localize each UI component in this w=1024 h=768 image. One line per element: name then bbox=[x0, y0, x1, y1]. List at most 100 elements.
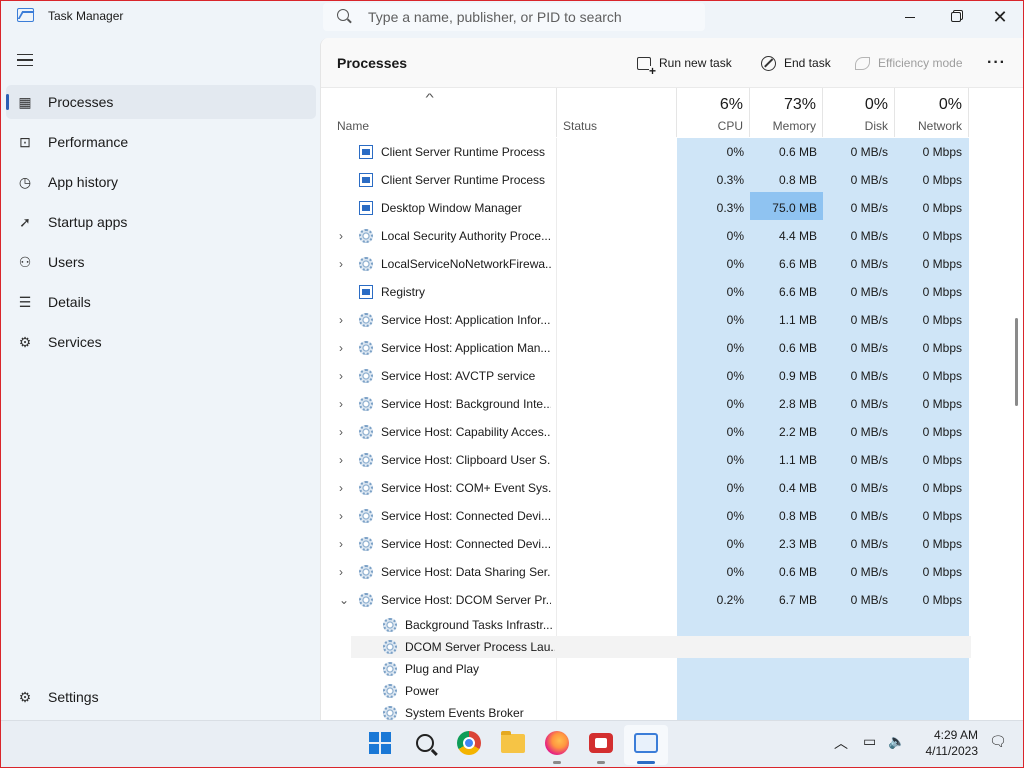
notification-icon[interactable]: 🗨 bbox=[989, 733, 1007, 750]
sidebar-item-app-history[interactable]: ◷ App history bbox=[6, 165, 316, 199]
maximize-button[interactable] bbox=[933, 2, 979, 32]
process-row[interactable]: Client Server Runtime Process 0% 0.6 MB 0 M… bbox=[321, 138, 971, 166]
process-row[interactable]: › Service Host: Data Sharing Ser... 0% 0.6 … bbox=[321, 558, 971, 586]
column-header-name[interactable]: ^ Name bbox=[321, 88, 557, 137]
column-header-network[interactable]: 0% Network bbox=[895, 88, 969, 137]
process-name: Service Host: Application Man... bbox=[381, 341, 551, 355]
taskbar-search-button[interactable] bbox=[411, 729, 439, 757]
sidebar: ▦ Processes ⊡ Performance ◷ App history … bbox=[1, 40, 319, 720]
sidebar-item-processes[interactable]: ▦ Processes bbox=[6, 85, 316, 119]
chevron-right-icon[interactable]: › bbox=[339, 306, 343, 334]
process-row[interactable]: Client Server Runtime Process 0.3% 0.8 MB 0… bbox=[321, 166, 971, 194]
chevron-right-icon[interactable]: › bbox=[339, 418, 343, 446]
process-row[interactable]: › Service Host: Application Man... 0% 0.6 M… bbox=[321, 334, 971, 362]
hamburger-menu-icon[interactable] bbox=[17, 54, 33, 66]
service-gear-icon bbox=[359, 369, 373, 383]
cpu-value: 0% bbox=[726, 229, 744, 243]
close-button[interactable]: ✕ bbox=[977, 2, 1023, 32]
process-row[interactable]: › Local Security Authority Proce... 0% 4.4 … bbox=[321, 222, 971, 250]
services-icon: ⚙ bbox=[18, 334, 32, 350]
vertical-scrollbar[interactable] bbox=[1015, 318, 1018, 406]
clock[interactable]: 4:29 AM 4/11/2023 bbox=[916, 727, 979, 759]
column-header-cpu[interactable]: 6% CPU bbox=[677, 88, 750, 137]
sidebar-item-startup-apps[interactable]: ➚ Startup apps bbox=[6, 205, 316, 239]
process-row[interactable]: Registry 0% 6.6 MB 0 MB/s 0 Mbps bbox=[321, 278, 971, 306]
process-row[interactable]: › Service Host: Background Inte... 0% 2.8 M… bbox=[321, 390, 971, 418]
network-value: 0 Mbps bbox=[922, 201, 962, 215]
process-name: Service Host: Connected Devi... bbox=[381, 537, 551, 551]
chevron-right-icon[interactable]: › bbox=[339, 334, 343, 362]
performance-icon: ⊡ bbox=[19, 134, 31, 150]
memory-value: 0.4 MB bbox=[778, 481, 817, 495]
service-subrow[interactable]: System Events Broker bbox=[351, 702, 971, 720]
chevron-right-icon[interactable]: › bbox=[339, 530, 343, 558]
process-row[interactable]: › Service Host: Application Infor... 0% 1.1… bbox=[321, 306, 971, 334]
service-subrow[interactable]: Plug and Play bbox=[351, 658, 971, 680]
volume-icon[interactable]: 🔈 bbox=[888, 733, 905, 750]
network-icon[interactable]: ▭ bbox=[863, 733, 876, 750]
start-button[interactable] bbox=[366, 729, 394, 757]
process-name: Service Host: Clipboard User S... bbox=[381, 453, 551, 467]
service-subrow[interactable]: DCOM Server Process Lau... bbox=[351, 636, 971, 658]
disk-value: 0 MB/s bbox=[850, 593, 888, 607]
disk-value: 0 MB/s bbox=[850, 145, 888, 159]
network-value: 0 Mbps bbox=[922, 229, 962, 243]
minimize-button[interactable] bbox=[887, 2, 933, 32]
process-row[interactable]: ⌄ Service Host: DCOM Server Pr... 0.2% 6.7 … bbox=[321, 586, 971, 614]
search-input[interactable]: Type a name, publisher, or PID to search bbox=[323, 3, 705, 31]
chevron-right-icon[interactable]: › bbox=[339, 362, 343, 390]
taskbar-firefox[interactable] bbox=[543, 729, 571, 757]
network-value: 0 Mbps bbox=[922, 593, 962, 607]
more-options-icon[interactable]: ··· bbox=[987, 54, 1006, 72]
process-name: Service Host: Background Inte... bbox=[381, 397, 551, 411]
chevron-right-icon[interactable]: › bbox=[339, 558, 343, 586]
chevron-right-icon[interactable]: › bbox=[339, 222, 343, 250]
process-name: Service Host: COM+ Event Sys... bbox=[381, 481, 551, 495]
service-name: Plug and Play bbox=[405, 662, 480, 676]
chevron-up-icon[interactable]: ︿ bbox=[834, 733, 848, 753]
chevron-right-icon[interactable]: › bbox=[339, 446, 343, 474]
chevron-down-icon[interactable]: ⌄ bbox=[339, 586, 349, 614]
memory-value: 0.6 MB bbox=[778, 341, 817, 355]
process-row[interactable]: › Service Host: AVCTP service 0% 0.9 MB 0 MB… bbox=[321, 362, 971, 390]
taskbar-task-manager[interactable] bbox=[632, 729, 660, 757]
process-row[interactable]: › Service Host: Connected Devi... 0% 0.8 MB… bbox=[321, 502, 971, 530]
startup-icon: ➚ bbox=[19, 214, 31, 230]
network-value: 0 Mbps bbox=[922, 565, 962, 579]
column-header-disk[interactable]: 0% Disk bbox=[823, 88, 895, 137]
taskbar-file-explorer[interactable] bbox=[499, 729, 527, 757]
process-row[interactable]: › Service Host: COM+ Event Sys... 0% 0.4 MB… bbox=[321, 474, 971, 502]
process-row[interactable]: › Service Host: Capability Acces... 0% 2.2 … bbox=[321, 418, 971, 446]
process-row[interactable]: › Service Host: Clipboard User S... 0% 1.1 … bbox=[321, 446, 971, 474]
process-row[interactable]: › LocalServiceNoNetworkFirewa... 0% 6.6 MB 0… bbox=[321, 250, 971, 278]
search-icon bbox=[416, 734, 434, 752]
chevron-right-icon[interactable]: › bbox=[339, 474, 343, 502]
efficiency-mode-button[interactable]: Efficiency mode bbox=[855, 53, 963, 73]
service-gear-icon bbox=[383, 640, 397, 654]
network-value: 0 Mbps bbox=[922, 537, 962, 551]
sidebar-item-settings[interactable]: ⚙ Settings bbox=[6, 680, 316, 714]
service-subrow[interactable]: Power bbox=[351, 680, 971, 702]
search-icon bbox=[337, 9, 349, 21]
run-new-task-button[interactable]: Run new task bbox=[637, 53, 732, 76]
taskbar-screen-recorder[interactable] bbox=[587, 729, 615, 757]
sidebar-item-performance[interactable]: ⊡ Performance bbox=[6, 125, 316, 159]
memory-value: 4.4 MB bbox=[778, 229, 817, 243]
chevron-right-icon[interactable]: › bbox=[339, 502, 343, 530]
cpu-value: 0% bbox=[726, 257, 744, 271]
process-row[interactable]: › Service Host: Connected Devi... 0% 2.3 MB… bbox=[321, 530, 971, 558]
memory-value: 2.3 MB bbox=[778, 537, 817, 551]
sidebar-item-services[interactable]: ⚙ Services bbox=[6, 325, 316, 359]
service-gear-icon bbox=[359, 229, 373, 243]
disk-value: 0 MB/s bbox=[850, 509, 888, 523]
column-header-status[interactable]: Status bbox=[557, 88, 677, 137]
taskbar-chrome[interactable] bbox=[455, 729, 483, 757]
chevron-right-icon[interactable]: › bbox=[339, 250, 343, 278]
service-subrow[interactable]: Background Tasks Infrastr... bbox=[351, 614, 971, 636]
column-header-memory[interactable]: 73% Memory bbox=[750, 88, 823, 137]
end-task-button[interactable]: End task bbox=[761, 53, 831, 73]
process-row[interactable]: Desktop Window Manager 0.3% 75.0 MB 0 MB/s 0… bbox=[321, 194, 971, 222]
sidebar-item-details[interactable]: ☰ Details bbox=[6, 285, 316, 319]
chevron-right-icon[interactable]: › bbox=[339, 390, 343, 418]
sidebar-item-users[interactable]: ⚇ Users bbox=[6, 245, 316, 279]
